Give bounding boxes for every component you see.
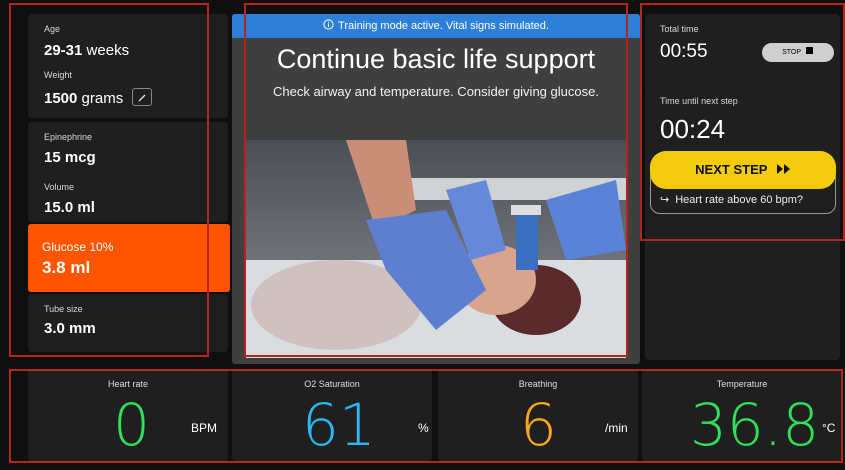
total-time-value: 00:55: [660, 41, 708, 62]
next-step-button[interactable]: NEXT STEP: [650, 151, 836, 189]
vital-unit: /min: [605, 421, 628, 435]
vital-unit: °C: [822, 421, 836, 435]
vital-breathing: Breathing 6 /min: [438, 369, 638, 461]
age-number: 29-31: [44, 42, 83, 59]
vital-value: 0: [113, 391, 150, 459]
age-label: Age: [44, 24, 61, 34]
next-step-label: NEXT STEP: [695, 162, 768, 177]
volume-value: 15.0 ml: [44, 199, 95, 216]
vital-name: Heart rate: [107, 379, 149, 389]
arrow-right-hook-icon: ↪: [660, 194, 670, 206]
vital-unit: BPM: [191, 421, 218, 435]
vital-temperature: Temperature 36.8 °C: [642, 369, 842, 461]
vital-name: O2 Saturation: [304, 379, 360, 389]
next-step-panel: Time until next step 00:24: [645, 88, 840, 360]
tube-size-label: Tube size: [44, 304, 83, 314]
vital-heart-rate: Heart rate 0 BPM: [28, 369, 228, 461]
weight-label: Weight: [44, 70, 72, 80]
step-instruction: Check airway and temperature. Consider g…: [273, 84, 599, 99]
weight-value: 1500 grams: [44, 90, 123, 107]
vital-value: 6: [520, 391, 557, 459]
stop-button[interactable]: STOP: [762, 43, 834, 62]
glucose-label: Glucose 10%: [42, 240, 114, 254]
weight-number: 1500: [44, 90, 78, 107]
fast-forward-icon: [776, 164, 790, 174]
edit-weight-button[interactable]: [132, 88, 152, 106]
stop-label: STOP: [782, 49, 801, 56]
next-step-time-label: Time until next step: [660, 96, 738, 106]
tube-size-value: 3.0 mm: [44, 320, 96, 337]
procedure-photo: [246, 140, 626, 358]
vital-name: Temperature: [716, 379, 768, 389]
medication-panel: Epinephrine 15 mcg Volume 15.0 ml: [28, 122, 228, 222]
condition-text: Heart rate above 60 bpm?: [675, 194, 804, 206]
patient-panel: Age 29-31 weeks Weight 1500 grams: [28, 14, 228, 118]
instruction-panel: Training mode active. Vital signs simula…: [232, 14, 640, 364]
glucose-value: 3.8 ml: [42, 258, 91, 277]
age-value: 29-31 weeks: [44, 42, 129, 59]
training-banner: Training mode active. Vital signs simula…: [232, 14, 640, 38]
total-time-label: Total time: [660, 24, 699, 34]
next-step-condition: ↪ Heart rate above 60 bpm?: [660, 193, 803, 206]
weight-unit: grams: [81, 90, 124, 107]
banner-text: Training mode active. Vital signs simula…: [338, 20, 549, 32]
vital-name: Breathing: [518, 379, 558, 389]
age-unit: weeks: [86, 42, 130, 59]
vital-o2-saturation: O2 Saturation 61 %: [232, 369, 432, 461]
pencil-icon: [138, 94, 146, 102]
tube-panel: Tube size 3.0 mm: [28, 294, 228, 352]
vital-unit: %: [418, 421, 429, 435]
next-step-time-value: 00:24: [660, 114, 726, 144]
glucose-highlight: Glucose 10% 3.8 ml: [28, 224, 230, 292]
vital-value: 36.8: [690, 391, 820, 459]
stop-square-icon: [805, 47, 813, 54]
epinephrine-label: Epinephrine: [44, 132, 93, 142]
vital-value: 61: [302, 391, 376, 459]
procedure-illustration: [246, 140, 626, 358]
epinephrine-value: 15 mcg: [44, 149, 96, 166]
volume-label: Volume: [44, 182, 75, 192]
step-title: Continue basic life support: [276, 44, 596, 74]
info-icon: [323, 19, 334, 30]
